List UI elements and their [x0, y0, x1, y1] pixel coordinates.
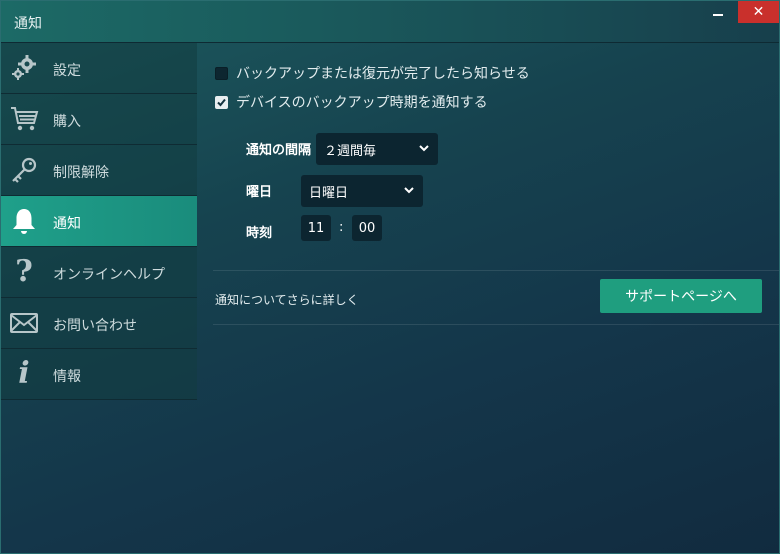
minimize-icon [713, 14, 723, 16]
sidebar-item-online-help[interactable]: ? オンラインヘルプ [1, 247, 197, 298]
question-icon: ? [15, 254, 33, 289]
sidebar-item-label: 購入 [53, 114, 81, 130]
backup-time-checkbox[interactable] [215, 95, 228, 109]
weekday-select[interactable]: 日曜日 [301, 175, 423, 207]
sidebar-item-settings[interactable]: 設定 [1, 43, 197, 94]
minimize-button[interactable] [701, 1, 735, 25]
interval-value: ２週間毎 [324, 143, 377, 159]
sidebar-item-label: 制限解除 [53, 165, 109, 181]
learn-more-link[interactable]: 通知についてさらに詳しく [215, 291, 359, 308]
envelope-icon [9, 306, 39, 340]
divider [213, 324, 779, 325]
sidebar: 設定 購入 制限解除 通知 ? オンラインヘルプ お問い合わせ i 情報 [1, 43, 197, 403]
sidebar-item-label: オンラインヘルプ [53, 267, 165, 283]
app-window: 通知 ✕ 設定 購入 制限解除 通知 ? オンラインヘルプ お問い合わせ i 情… [0, 0, 780, 554]
divider [213, 270, 779, 271]
info-icon: i [18, 356, 30, 391]
sidebar-item-label: 通知 [53, 216, 81, 232]
backup-complete-checkbox-row[interactable]: バックアップまたは復元が完了したら知らせる [215, 63, 530, 83]
hour-input[interactable]: 11 [301, 215, 331, 241]
sidebar-item-label: 設定 [53, 63, 81, 79]
support-page-button[interactable]: サポートページへ [600, 279, 762, 313]
interval-label: 通知の間隔 [246, 143, 312, 158]
interval-select[interactable]: ２週間毎 [316, 133, 438, 165]
sidebar-item-purchase[interactable]: 購入 [1, 94, 197, 145]
title-bar: 通知 ✕ [1, 1, 779, 43]
chevron-down-icon [419, 145, 429, 152]
time-separator: : [339, 220, 344, 235]
checkmark-icon [217, 98, 226, 106]
gears-icon [9, 51, 39, 85]
backup-complete-label: バックアップまたは復元が完了したら知らせる [236, 66, 530, 82]
key-icon [9, 153, 39, 187]
sidebar-item-label: お問い合わせ [53, 318, 137, 334]
sidebar-item-contact[interactable]: お問い合わせ [1, 298, 197, 349]
main-panel: バックアップまたは復元が完了したら知らせる デバイスのバックアップ時期を通知する… [197, 43, 779, 553]
weekday-label: 曜日 [246, 185, 273, 200]
sidebar-item-label: 情報 [53, 369, 81, 385]
sidebar-item-notifications[interactable]: 通知 [1, 196, 197, 247]
sidebar-item-info[interactable]: i 情報 [1, 349, 197, 400]
chevron-down-icon [404, 187, 414, 194]
close-button[interactable]: ✕ [738, 1, 779, 23]
bell-icon [9, 204, 39, 238]
sidebar-item-unlock[interactable]: 制限解除 [1, 145, 197, 196]
backup-time-checkbox-row[interactable]: デバイスのバックアップ時期を通知する [215, 92, 488, 112]
backup-time-label: デバイスのバックアップ時期を通知する [236, 95, 488, 111]
cart-icon [9, 102, 39, 136]
backup-complete-checkbox[interactable] [215, 66, 228, 80]
time-label: 時刻 [246, 226, 273, 241]
minute-input[interactable]: 00 [352, 215, 382, 241]
close-icon: ✕ [752, 4, 765, 20]
window-title: 通知 [14, 16, 42, 32]
weekday-value: 日曜日 [309, 185, 349, 201]
